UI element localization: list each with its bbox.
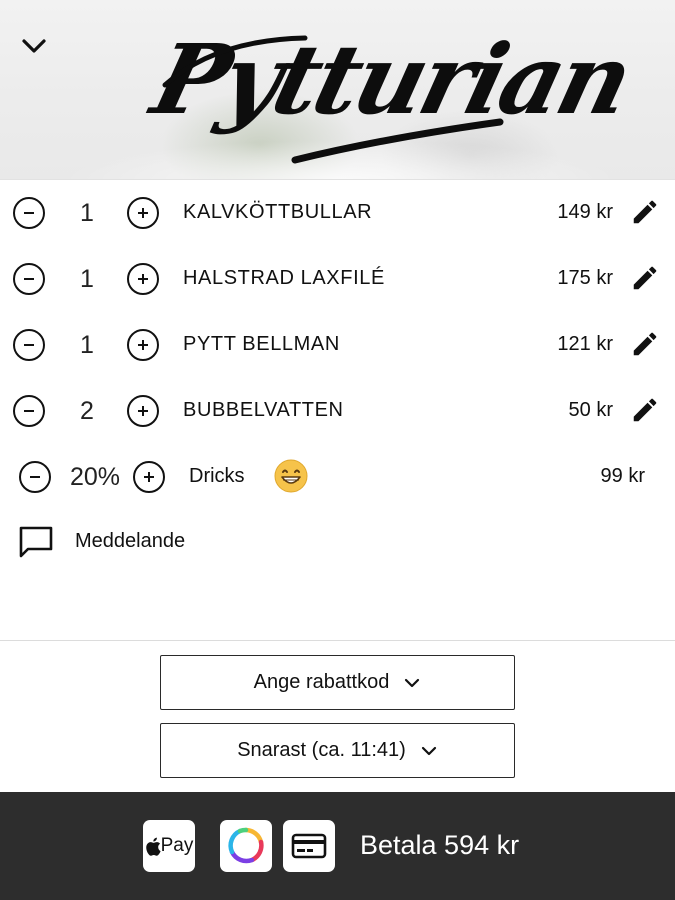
apple-pay-button[interactable]: Pay xyxy=(143,820,195,872)
back-button[interactable] xyxy=(18,30,50,62)
apple-icon xyxy=(145,837,161,856)
item-price: 149 kr xyxy=(557,201,613,223)
payment-bar: Pay Betala 594 kr xyxy=(0,792,675,900)
item-quantity: 1 xyxy=(80,199,94,227)
minus-icon xyxy=(24,344,34,346)
chevron-down-icon xyxy=(22,39,46,53)
card-payment-button[interactable] xyxy=(283,820,335,872)
order-item-row: 2 BUBBELVATTEN 50 kr xyxy=(0,378,675,444)
edit-item-button[interactable] xyxy=(628,195,662,229)
plus-icon xyxy=(144,472,154,482)
increase-tip-button[interactable] xyxy=(133,461,165,493)
item-name: PYTT BELLMAN xyxy=(183,333,340,355)
swish-button[interactable] xyxy=(220,820,272,872)
edit-item-button[interactable] xyxy=(628,261,662,295)
decrease-quantity-button[interactable] xyxy=(13,395,45,427)
item-quantity: 1 xyxy=(80,265,94,293)
chevron-down-icon xyxy=(405,678,420,687)
restaurant-logo: Pytturian xyxy=(142,10,640,170)
chevron-down-icon xyxy=(421,746,436,755)
item-price: 121 kr xyxy=(557,333,613,355)
decrease-quantity-button[interactable] xyxy=(13,197,45,229)
pickup-time-dropdown[interactable]: Snarast (ca. 11:41) xyxy=(160,723,515,778)
message-label: Meddelande xyxy=(75,530,186,552)
item-quantity: 2 xyxy=(80,397,94,425)
order-item-row: 1 HALSTRAD LAXFILÉ 175 kr xyxy=(0,246,675,312)
minus-icon xyxy=(24,410,34,412)
pencil-icon xyxy=(633,200,657,224)
pay-button[interactable]: Betala 594 kr xyxy=(360,830,519,861)
item-name: KALVKÖTTBULLAR xyxy=(183,201,373,223)
edit-item-button[interactable] xyxy=(628,393,662,427)
divider xyxy=(0,640,675,641)
item-price: 50 kr xyxy=(568,399,613,421)
message-icon xyxy=(19,526,53,558)
apple-pay-label: Pay xyxy=(160,835,194,856)
decrease-tip-button[interactable] xyxy=(19,461,51,493)
credit-card-icon xyxy=(291,833,327,859)
plus-icon xyxy=(138,340,148,350)
increase-quantity-button[interactable] xyxy=(127,263,159,295)
pencil-icon xyxy=(633,398,657,422)
increase-quantity-button[interactable] xyxy=(127,395,159,427)
item-quantity: 1 xyxy=(80,331,94,359)
swish-icon xyxy=(228,827,264,864)
increase-quantity-button[interactable] xyxy=(127,329,159,361)
discount-code-label: Ange rabattkod xyxy=(253,671,390,693)
order-item-row: 1 KALVKÖTTBULLAR 149 kr xyxy=(0,180,675,246)
minus-icon xyxy=(30,476,40,478)
increase-quantity-button[interactable] xyxy=(127,197,159,229)
decrease-quantity-button[interactable] xyxy=(13,329,45,361)
header-banner: Pytturian xyxy=(0,0,675,180)
minus-icon xyxy=(24,278,34,280)
edit-item-button[interactable] xyxy=(628,327,662,361)
minus-icon xyxy=(24,212,34,214)
plus-icon xyxy=(138,406,148,416)
tip-amount: 99 kr xyxy=(600,465,645,487)
item-price: 175 kr xyxy=(557,267,613,289)
tip-percent: 20% xyxy=(69,463,121,491)
message-button[interactable]: Meddelande xyxy=(18,524,268,560)
item-name: BUBBELVATTEN xyxy=(183,399,344,421)
plus-icon xyxy=(138,274,148,284)
tip-row: 20% Dricks 99 kr xyxy=(0,444,675,510)
tip-label: Dricks xyxy=(189,465,245,487)
pencil-icon xyxy=(633,332,657,356)
logo-underline xyxy=(162,35,504,164)
plus-icon xyxy=(138,208,148,218)
item-name: HALSTRAD LAXFILÉ xyxy=(183,267,385,289)
discount-code-dropdown[interactable]: Ange rabattkod xyxy=(160,655,515,710)
pencil-icon xyxy=(633,266,657,290)
decrease-quantity-button[interactable] xyxy=(13,263,45,295)
order-item-row: 1 PYTT BELLMAN 121 kr xyxy=(0,312,675,378)
apple-pay-mark: Pay xyxy=(145,835,194,857)
grinning-face-emoji xyxy=(274,459,308,493)
pickup-time-label: Snarast (ca. 11:41) xyxy=(237,739,406,761)
